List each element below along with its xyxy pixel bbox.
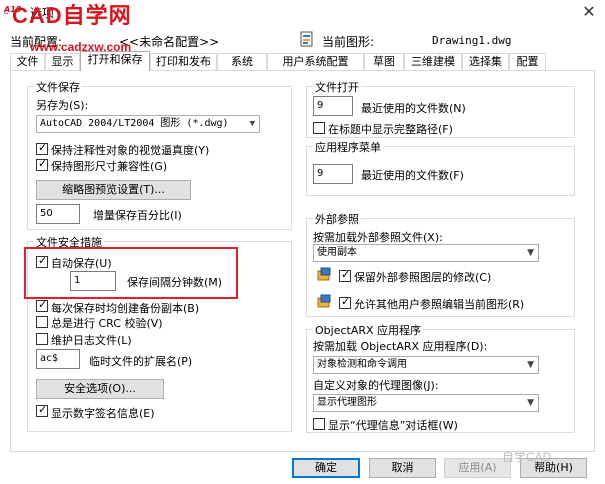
autosave-interval-label: 保存间隔分钟数(M) [127, 276, 223, 289]
file-open-title: 文件打开 [313, 79, 361, 95]
autosave-interval-input[interactable]: 1 [70, 271, 116, 291]
proxy-dialog-label: 显示“代理信息”对话框(W) [328, 419, 458, 432]
objectarx-demand-label: 按需加载 ObjectARX 应用程序(D): [313, 340, 488, 353]
full-path-label: 在标题中显示完整路径(F) [328, 123, 453, 136]
xref-edit-icon [317, 294, 331, 308]
file-save-title: 文件保存 [34, 79, 82, 95]
autosave-checkbox[interactable] [36, 254, 48, 268]
full-path-checkbox[interactable] [313, 122, 325, 134]
recent-files-label: 最近使用的文件数(N) [361, 102, 466, 115]
retain-xref-changes-checkbox[interactable] [339, 268, 351, 282]
objectarx-demand-value: 对象检测和命令调用 [317, 359, 407, 370]
allow-xref-edit-checkbox[interactable] [339, 295, 351, 309]
objectarx-demand-select[interactable]: 对象检测和命令调用 ▼ [313, 356, 539, 374]
log-file-checkbox[interactable] [36, 333, 48, 345]
annotative-fidelity-label: 保持注释性对象的视觉逼真度(Y) [51, 144, 210, 157]
digital-signature-checkbox[interactable] [36, 403, 48, 417]
temp-extension-label: 临时文件的扩展名(P) [89, 355, 193, 368]
backup-copy-checkbox[interactable] [36, 298, 48, 312]
proxy-image-label: 自定义对象的代理图像(J): [313, 379, 439, 392]
apply-button[interactable]: 应用(A) [444, 458, 511, 478]
chevron-down-icon: ▼ [249, 119, 255, 129]
chevron-down-icon: ▼ [527, 398, 534, 408]
tab-system[interactable]: 系统 [217, 53, 267, 70]
incremental-save-label: 增量保存百分比(I) [93, 209, 182, 222]
xref-demand-select[interactable]: 使用副本 ▼ [313, 244, 539, 262]
watermark-title: CAD自学网 [12, 3, 132, 28]
crc-validation-checkbox[interactable] [36, 316, 48, 328]
watermark-footer: 自学CAD [502, 450, 552, 464]
close-icon[interactable]: ✕ [578, 2, 600, 22]
ok-button[interactable]: 确定 [292, 458, 360, 478]
app-menu-recent-label: 最近使用的文件数(F) [361, 169, 464, 182]
save-as-select[interactable]: AutoCAD 2004/LT2004 图形 (*.dwg) ▼ [36, 115, 260, 133]
recent-files-input[interactable]: 9 [313, 96, 353, 116]
current-drawing-label: 当前图形: [322, 35, 375, 49]
tab-files[interactable]: 文件 [10, 53, 45, 70]
current-drawing-value: Drawing1.dwg [432, 34, 512, 47]
tab-plot-publish[interactable]: 打印和发布 [150, 53, 217, 70]
tab-user-preferences[interactable]: 用户系统配置 [267, 53, 364, 70]
tab-display[interactable]: 显示 [45, 53, 80, 70]
proxy-dialog-checkbox[interactable] [313, 418, 325, 430]
xref-demand-value: 使用副本 [317, 247, 357, 258]
autosave-label: 自动保存(U) [51, 257, 112, 270]
proxy-image-value: 显示代理图形 [317, 397, 377, 408]
current-profile-value: <<未命名配置>> [119, 35, 220, 49]
backup-copy-label: 每次保存时均创建备份副本(B) [51, 302, 200, 315]
app-menu-title: 应用程序菜单 [313, 139, 383, 155]
save-as-value: AutoCAD 2004/LT2004 图形 (*.dwg) [40, 118, 229, 129]
incremental-save-input[interactable]: 50 [36, 204, 80, 224]
temp-extension-input[interactable]: ac$ [36, 349, 80, 369]
tab-selection[interactable]: 选择集 [462, 53, 509, 70]
xref-title: 外部参照 [313, 211, 361, 227]
cancel-button[interactable]: 取消 [369, 458, 436, 478]
thumbnail-settings-button[interactable]: 缩略图预览设置(T)... [36, 180, 191, 200]
security-options-button[interactable]: 安全选项(O)... [36, 379, 164, 399]
drawing-size-compat-checkbox[interactable] [36, 157, 48, 171]
chevron-down-icon: ▼ [527, 360, 534, 370]
allow-xref-edit-label: 允许其他用户参照编辑当前图形(R) [354, 298, 525, 311]
drawing-file-icon [300, 31, 313, 47]
retain-xref-changes-label: 保留外部参照图层的修改(C) [354, 271, 492, 284]
drawing-size-compat-label: 保持图形尺寸兼容性(G) [51, 160, 168, 173]
proxy-image-select[interactable]: 显示代理图形 ▼ [313, 394, 539, 412]
app-menu-recent-input[interactable]: 9 [313, 164, 353, 184]
tab-open-save[interactable]: 打开和保存 [80, 51, 150, 71]
xref-layer-icon [317, 267, 331, 281]
digital-signature-label: 显示数字签名信息(E) [51, 407, 155, 420]
tab-3d-modeling[interactable]: 三维建模 [404, 53, 462, 70]
objectarx-title: ObjectARX 应用程序 [313, 322, 424, 338]
annotative-fidelity-checkbox[interactable] [36, 141, 48, 155]
chevron-down-icon: ▼ [527, 248, 534, 258]
crc-validation-label: 总是进行 CRC 校验(V) [51, 317, 163, 330]
tab-profiles[interactable]: 配置 [509, 53, 546, 70]
xref-demand-label: 按需加载外部参照文件(X): [313, 231, 443, 244]
tab-drafting[interactable]: 草图 [364, 53, 404, 70]
log-file-label: 维护日志文件(L) [51, 334, 132, 347]
save-as-label: 另存为(S): [36, 99, 89, 112]
